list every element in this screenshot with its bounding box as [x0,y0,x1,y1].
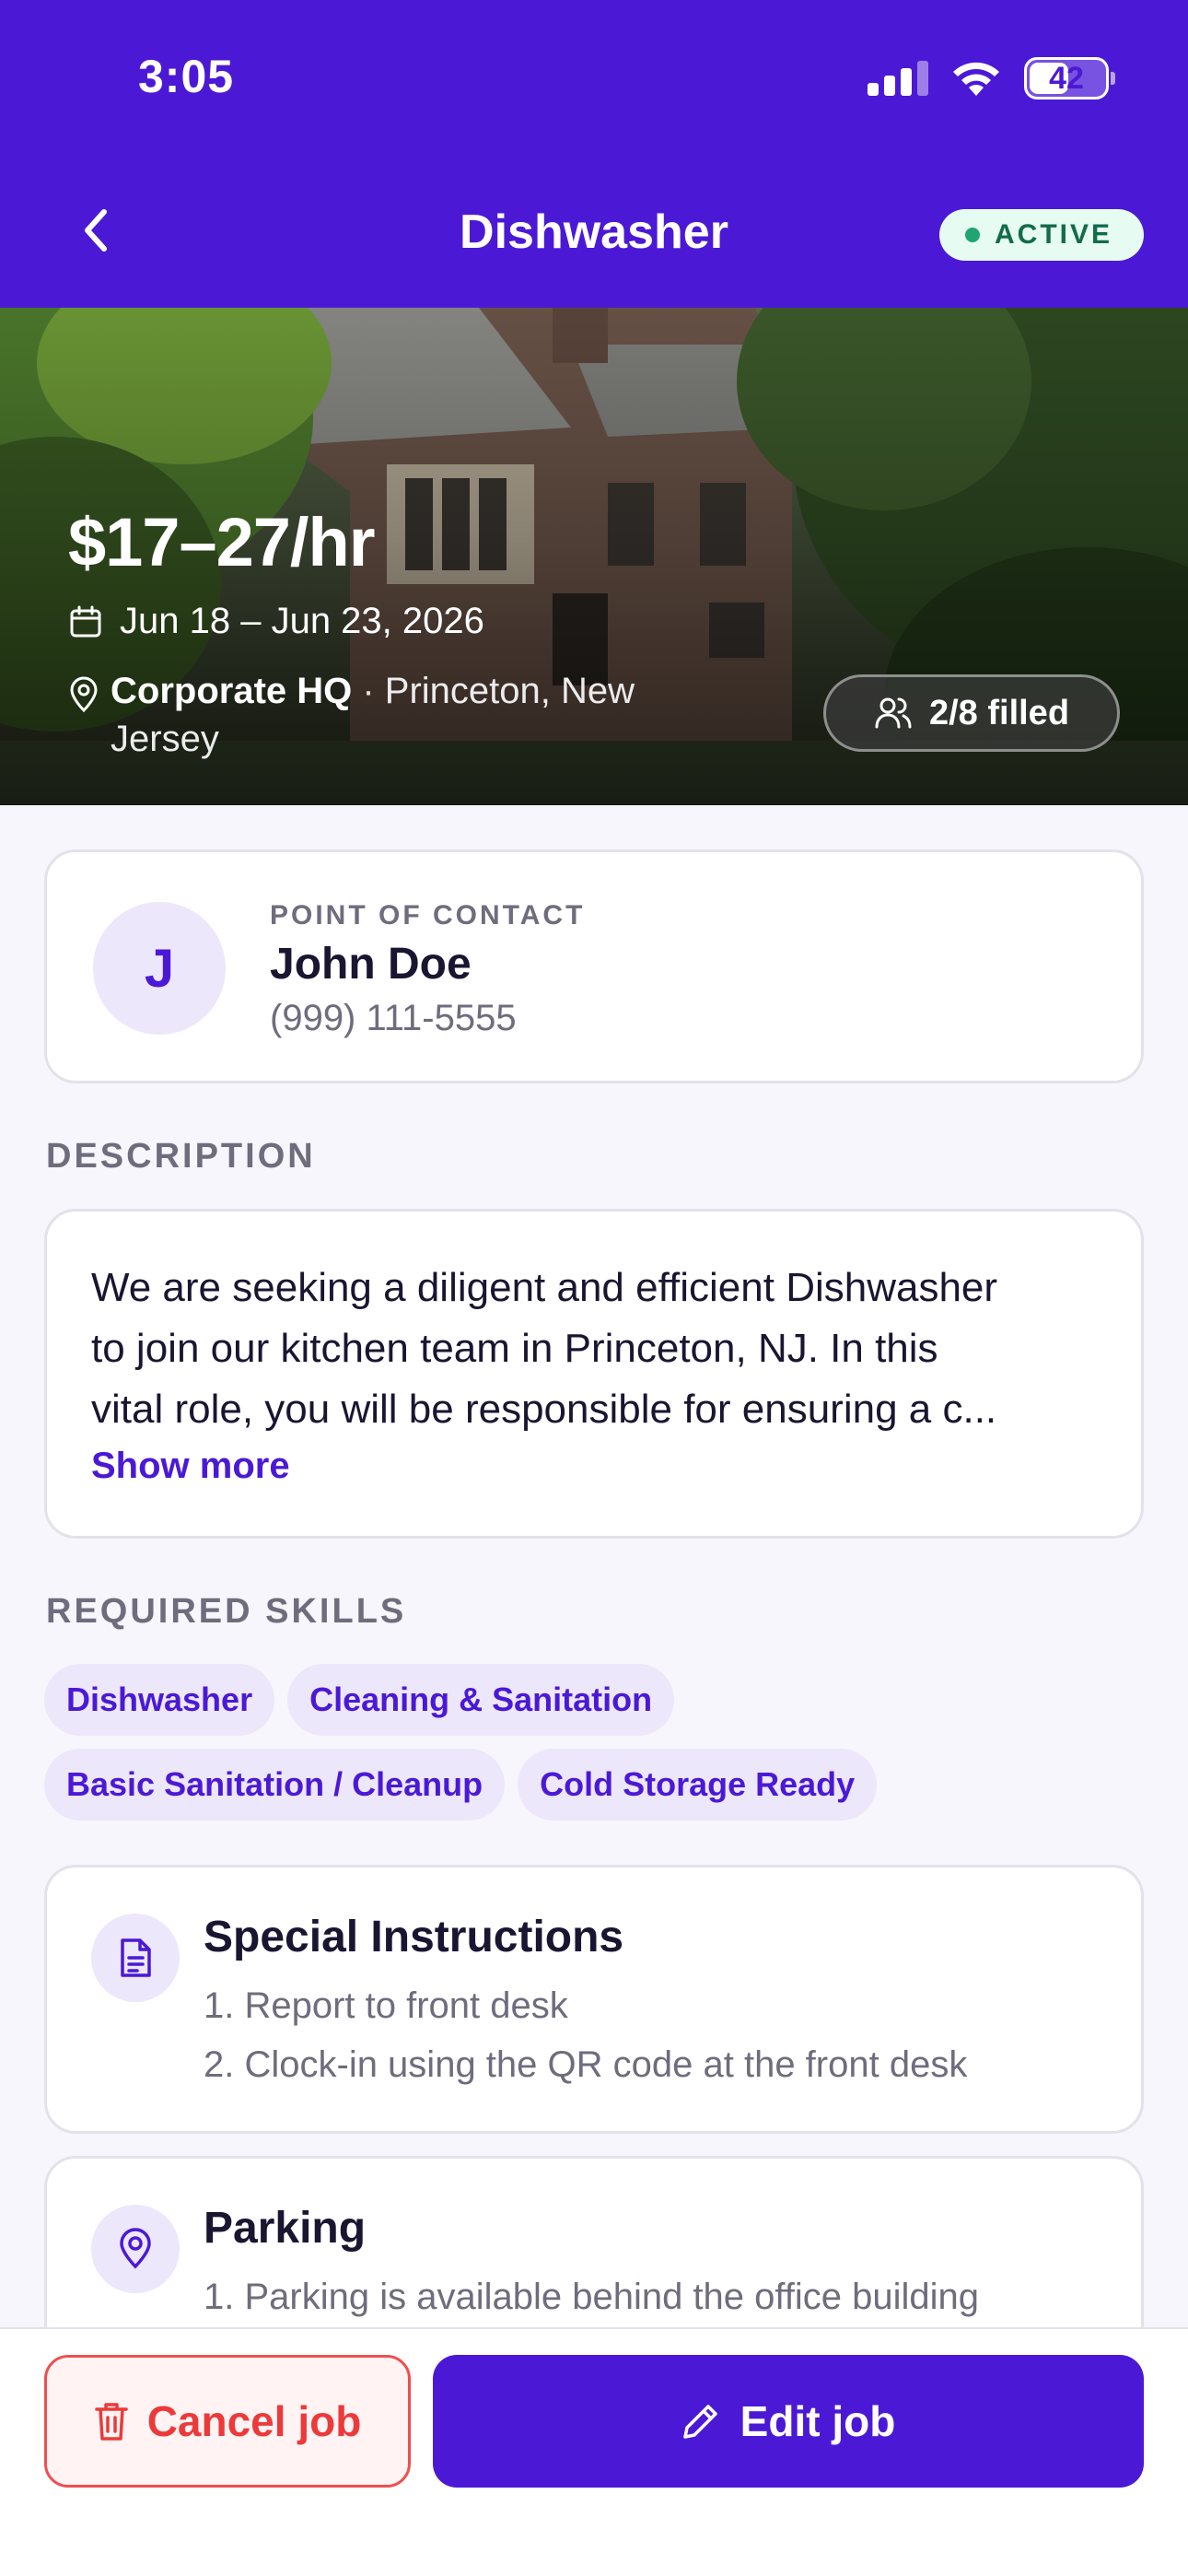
edit-job-label: Edit job [740,2397,896,2445]
cancel-job-label: Cancel job [146,2397,362,2445]
document-icon-badge [91,1914,180,2002]
parking-item: 1. Parking is available behind the offic… [204,2277,980,2317]
app-header: 3:05 42 Dishwasher ACTIVE [0,0,1188,308]
pencil-icon [682,2405,717,2439]
battery-level: 42 [1049,60,1084,96]
poc-name: John Doe [270,940,472,989]
skill-chip: Dishwasher [44,1664,275,1736]
status-dot-icon [964,228,980,242]
poc-phone[interactable]: (999) 111-5555 [270,998,517,1039]
job-location: Corporate HQ · Princeton, New Jersey [68,667,713,763]
description-heading: DESCRIPTION [46,1137,316,1176]
skill-chip: Basic Sanitation / Cleanup [44,1749,506,1821]
filled-count-badge[interactable]: 2/8 filled [823,674,1120,752]
edit-job-button[interactable]: Edit job [433,2355,1144,2488]
poc-label: POINT OF CONTACT [270,900,586,931]
special-instructions-list: 1. Report to front desk 2. Clock-in usin… [204,1976,967,2094]
special-instructions-card: Special Instructions 1. Report to front … [44,1865,1144,2134]
parking-list: 1. Parking is available behind the offic… [204,2267,979,2326]
map-pin-icon [120,2228,151,2269]
required-skills-heading: REQUIRED SKILLS [46,1592,407,1631]
cancel-job-button[interactable]: Cancel job [44,2355,411,2488]
job-hero: $17–27/hr Jun 18 – Jun 23, 2026 Corporat… [0,308,1188,805]
instruction-item: 1. Report to front desk [204,1985,568,2026]
description-card: We are seeking a diligent and efficient … [44,1209,1144,1539]
status-badge-label: ACTIVE [994,219,1112,250]
trash-icon [94,2403,128,2441]
status-time: 3:05 [138,51,235,102]
description-line: to join our kitchen team in Princeton, N… [91,1326,938,1371]
description-text: We are seeking a diligent and efficient … [91,1258,1104,1440]
pay-rate: $17–27/hr [68,504,375,580]
instruction-item: 2. Clock-in using the QR code at the fro… [204,2044,968,2085]
users-icon [875,697,912,729]
job-dates-text: Jun 18 – Jun 23, 2026 [120,601,484,641]
skills-list: Dishwasher Cleaning & Sanitation Basic S… [44,1664,1144,1821]
show-more-link[interactable]: Show more [91,1446,290,1487]
special-instructions-title: Special Instructions [204,1913,624,1961]
document-icon [121,1938,151,1977]
calendar-icon [70,605,101,637]
parking-title: Parking [204,2204,367,2253]
skill-chip: Cold Storage Ready [518,1749,878,1821]
status-icons: 42 [868,57,1115,100]
filled-count-label: 2/8 filled [928,693,1070,732]
job-dates: Jun 18 – Jun 23, 2026 [68,601,484,642]
map-pin-icon [70,676,98,713]
wifi-icon [953,62,999,96]
point-of-contact-card[interactable]: J POINT OF CONTACT John Doe (999) 111-55… [44,849,1144,1083]
description-line: We are seeking a diligent and efficient … [91,1265,998,1310]
bottom-action-bar: Cancel job Edit job [0,2327,1188,2576]
map-pin-icon-badge [91,2205,180,2293]
location-separator: · [352,671,385,711]
location-name: Corporate HQ [111,671,353,711]
description-line: vital role, you will be responsible for … [91,1387,997,1432]
skill-chip: Cleaning & Sanitation [287,1664,675,1736]
status-badge: ACTIVE [938,209,1144,261]
battery-icon: 42 [1024,57,1115,100]
cellular-signal-icon [868,61,928,96]
avatar: J [93,902,226,1035]
